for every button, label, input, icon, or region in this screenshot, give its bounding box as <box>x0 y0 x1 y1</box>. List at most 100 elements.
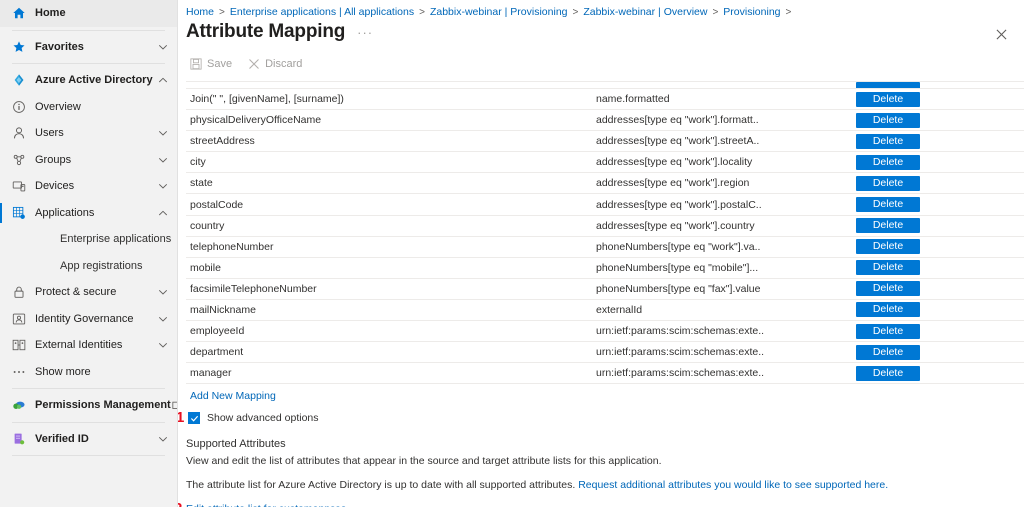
table-row[interactable]: countryaddresses[type eq "work"].country… <box>186 216 1024 237</box>
table-row-partial <box>186 81 1024 89</box>
applications-icon <box>10 206 27 220</box>
breadcrumb-separator: > <box>419 7 425 18</box>
table-row[interactable]: managerurn:ietf:params:scim:schemas:exte… <box>186 363 1024 384</box>
delete-button[interactable]: Delete <box>856 302 920 317</box>
chevron-up-icon[interactable] <box>157 75 169 85</box>
sidebar-item-verified-id[interactable]: Verified ID <box>0 426 177 453</box>
chevron-down-icon[interactable] <box>157 42 169 52</box>
page-title-more-icon[interactable]: ··· <box>357 25 373 40</box>
breadcrumb-separator: > <box>786 7 792 18</box>
delete-button[interactable] <box>856 82 920 89</box>
groups-icon <box>10 153 27 167</box>
breadcrumb-item[interactable]: Home <box>186 6 214 18</box>
external-identities-icon <box>10 338 27 352</box>
sidebar-item-label: Applications <box>35 207 157 219</box>
sidebar-item-groups[interactable]: Groups <box>0 147 177 174</box>
show-advanced-options-row: 1 Show advanced options <box>188 412 1024 424</box>
source-attribute-cell: country <box>186 220 596 232</box>
delete-button[interactable]: Delete <box>856 281 920 296</box>
chevron-down-icon[interactable] <box>157 434 169 444</box>
delete-button[interactable]: Delete <box>856 324 920 339</box>
add-new-mapping-link[interactable]: Add New Mapping <box>190 390 276 402</box>
delete-button[interactable]: Delete <box>856 197 920 212</box>
sidebar-item-overview[interactable]: Overview <box>0 94 177 121</box>
chevron-down-icon[interactable] <box>157 181 169 191</box>
delete-button[interactable]: Delete <box>856 345 920 360</box>
sidebar-item-devices[interactable]: Devices <box>0 173 177 200</box>
table-row[interactable]: employeeIdurn:ietf:params:scim:schemas:e… <box>186 321 1024 342</box>
delete-button[interactable]: Delete <box>856 134 920 149</box>
breadcrumb-separator: > <box>573 7 579 18</box>
delete-button[interactable]: Delete <box>856 239 920 254</box>
target-attribute-cell: addresses[type eq "work"].formatt.. <box>596 114 856 126</box>
row-actions-cell: Delete <box>856 366 996 381</box>
chevron-down-icon[interactable] <box>157 155 169 165</box>
sidebar-divider <box>12 30 165 31</box>
sidebar-item-permissions-management[interactable]: Permissions Management <box>0 392 177 419</box>
table-row[interactable]: mobilephoneNumbers[type eq "mobile"]...D… <box>186 258 1024 279</box>
table-row[interactable]: postalCodeaddresses[type eq "work"].post… <box>186 194 1024 215</box>
active-indicator <box>0 203 2 223</box>
sidebar-item-label: Favorites <box>35 41 157 53</box>
sidebar-item-external-identities[interactable]: External Identities <box>0 332 177 359</box>
chevron-down-icon[interactable] <box>157 340 169 350</box>
sidebar-item-users[interactable]: Users <box>0 120 177 147</box>
sidebar-item-home[interactable]: Home <box>0 0 177 27</box>
breadcrumb-item[interactable]: Provisioning <box>723 6 780 18</box>
sidebar-item-app-registrations[interactable]: App registrations <box>0 253 177 280</box>
table-row[interactable]: departmenturn:ietf:params:scim:schemas:e… <box>186 342 1024 363</box>
source-attribute-cell: city <box>186 156 596 168</box>
chevron-down-icon[interactable] <box>157 128 169 138</box>
sidebar-item-identity-governance[interactable]: Identity Governance <box>0 306 177 333</box>
lock-icon <box>10 285 27 299</box>
target-attribute-cell: phoneNumbers[type eq "mobile"]... <box>596 262 856 274</box>
attribute-mapping-table: Join(" ", [givenName], [surname])name.fo… <box>186 81 1024 384</box>
table-row[interactable]: cityaddresses[type eq "work"].localityDe… <box>186 152 1024 173</box>
delete-button[interactable]: Delete <box>856 176 920 191</box>
breadcrumb-item[interactable]: Zabbix-webinar | Overview <box>583 6 707 18</box>
sidebar-item-enterprise-applications[interactable]: Enterprise applications <box>0 226 177 253</box>
show-advanced-options-label[interactable]: Show advanced options <box>207 412 319 424</box>
source-attribute-cell: physicalDeliveryOfficeName <box>186 114 596 126</box>
breadcrumb-item[interactable]: Zabbix-webinar | Provisioning <box>430 6 568 18</box>
table-row[interactable]: stateaddresses[type eq "work"].regionDel… <box>186 173 1024 194</box>
request-additional-attributes-link[interactable]: Request additional attributes you would … <box>578 479 888 491</box>
delete-button[interactable]: Delete <box>856 155 920 170</box>
save-button[interactable]: Save <box>186 55 240 73</box>
info-circle-icon <box>10 100 27 114</box>
delete-button[interactable]: Delete <box>856 366 920 381</box>
table-row[interactable]: streetAddressaddresses[type eq "work"].s… <box>186 131 1024 152</box>
chevron-up-icon[interactable] <box>157 208 169 218</box>
ellipsis-icon <box>10 365 27 379</box>
show-advanced-options-checkbox[interactable] <box>188 412 200 424</box>
sidebar-item-show-more[interactable]: Show more <box>0 359 177 386</box>
discard-button-label: Discard <box>265 58 302 70</box>
delete-button[interactable]: Delete <box>856 113 920 128</box>
sidebar-divider <box>12 455 165 456</box>
source-attribute-cell: Join(" ", [givenName], [surname]) <box>186 93 596 105</box>
table-row[interactable]: facsimileTelephoneNumberphoneNumbers[typ… <box>186 279 1024 300</box>
delete-button[interactable]: Delete <box>856 260 920 275</box>
row-actions-cell: Delete <box>856 92 996 107</box>
discard-button[interactable]: Discard <box>244 55 310 73</box>
close-icon[interactable] <box>990 23 1012 45</box>
table-row[interactable]: mailNicknameexternalIdDelete <box>186 300 1024 321</box>
external-link-icon[interactable] <box>171 400 178 410</box>
sidebar-item-applications[interactable]: Applications <box>0 200 177 227</box>
breadcrumb-item[interactable]: Enterprise applications | All applicatio… <box>230 6 414 18</box>
delete-button[interactable]: Delete <box>856 92 920 107</box>
chevron-down-icon[interactable] <box>157 314 169 324</box>
target-attribute-cell: addresses[type eq "work"].region <box>596 177 856 189</box>
delete-button[interactable]: Delete <box>856 218 920 233</box>
sidebar-item-favorites[interactable]: Favorites <box>0 34 177 61</box>
sidebar-item-azure-active-directory[interactable]: Azure Active Directory <box>0 67 177 94</box>
target-attribute-cell: addresses[type eq "work"].country <box>596 220 856 232</box>
table-row[interactable]: physicalDeliveryOfficeNameaddresses[type… <box>186 110 1024 131</box>
edit-attribute-list-link[interactable]: Edit attribute list for customappsso <box>186 503 347 507</box>
table-row[interactable]: Join(" ", [givenName], [surname])name.fo… <box>186 89 1024 110</box>
table-row[interactable]: telephoneNumberphoneNumbers[type eq "wor… <box>186 237 1024 258</box>
chevron-down-icon[interactable] <box>157 287 169 297</box>
target-attribute-cell: name.formatted <box>596 93 856 105</box>
identity-governance-icon <box>10 312 27 326</box>
sidebar-item-protect-and-secure[interactable]: Protect & secure <box>0 279 177 306</box>
